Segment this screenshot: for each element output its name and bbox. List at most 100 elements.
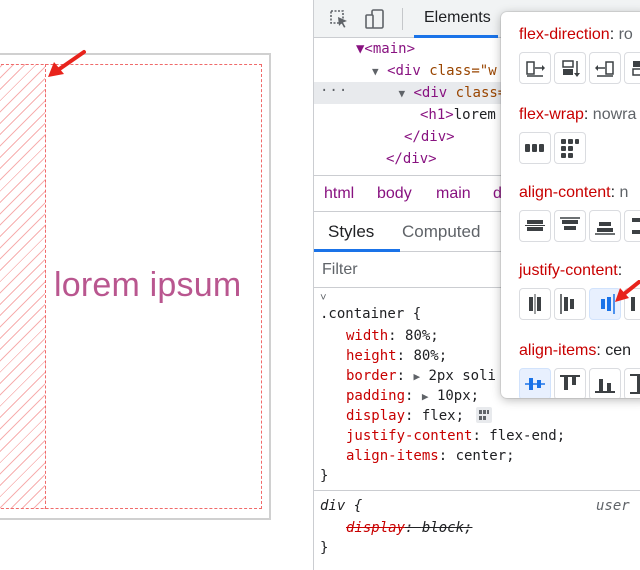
- flex-wrap-wrap-button[interactable]: [554, 132, 586, 164]
- justify-content-section: justify-content:: [519, 262, 640, 320]
- css-val: flex;: [421, 408, 465, 424]
- css-decl-padding[interactable]: padding: ▶ 10px;: [346, 386, 479, 406]
- align-content-center-button[interactable]: [519, 210, 551, 242]
- dom-node-main[interactable]: ▼<main>: [356, 38, 415, 60]
- breadcrumb-body[interactable]: body: [377, 185, 412, 203]
- property-value: ro: [618, 26, 633, 43]
- css-prop: width: [346, 328, 389, 344]
- selector-text: .container {: [320, 306, 422, 322]
- expand-triangle-icon[interactable]: ▼: [372, 65, 379, 78]
- dom-node-div-wrapper[interactable]: ▼ <div class="w: [372, 60, 497, 82]
- flex-direction-label: flex-direction: ro: [519, 26, 633, 43]
- property-name: flex-wrap: [519, 106, 584, 123]
- dom-tag: </div>: [386, 151, 437, 167]
- flex-wrap-section: flex-wrap: nowra: [519, 106, 640, 164]
- property-value: cen: [605, 342, 632, 359]
- css-prop: display: [346, 520, 406, 536]
- align-content-label: align-content: n: [519, 184, 629, 201]
- css-prop: align-items: [346, 448, 439, 464]
- more-options-dots[interactable]: ···: [320, 83, 348, 99]
- css-decl-display-overridden: display: block;: [346, 520, 473, 536]
- align-content-end-button[interactable]: [589, 210, 621, 242]
- flex-direction-column-reverse-button[interactable]: [624, 52, 640, 84]
- dom-tag: <h1>: [420, 107, 454, 123]
- property-name: flex-direction: [519, 26, 610, 43]
- css-val: 80%;: [413, 348, 448, 364]
- property-name: align-items: [519, 342, 597, 359]
- expand-triangle-icon[interactable]: ▼: [398, 87, 405, 100]
- css-decl-border[interactable]: border: ▶ 2px soli: [346, 366, 496, 386]
- css-val: 2px soli: [428, 368, 496, 384]
- tab-styles[interactable]: Styles: [328, 222, 374, 242]
- css-val: flex-end;: [489, 428, 566, 444]
- css-prop: display: [346, 408, 406, 424]
- annotation-arrow-icon: [48, 50, 86, 77]
- dom-node-close-div[interactable]: </div>: [386, 148, 437, 170]
- align-items-stretch-button[interactable]: [624, 368, 640, 398]
- css-val: center;: [455, 448, 515, 464]
- flex-direction-row-reverse-button[interactable]: [589, 52, 621, 84]
- breadcrumb-html[interactable]: html: [324, 185, 354, 203]
- flex-wrap-nowrap-button[interactable]: [519, 132, 551, 164]
- dom-node-close-div[interactable]: </div>: [404, 126, 455, 148]
- flexbox-editor-popover: flex-direction: ro flex-wrap: nowra alig…: [501, 12, 640, 398]
- flex-direction-row-button[interactable]: [519, 52, 551, 84]
- dom-node-h1[interactable]: <h1>lorem: [420, 104, 496, 126]
- css-rule-close: }: [320, 468, 329, 484]
- css-val: block;: [421, 520, 473, 536]
- expand-triangle-icon[interactable]: ▶: [422, 390, 429, 403]
- dom-tag: ▼<main>: [356, 41, 416, 57]
- css-decl-display[interactable]: display: flex;: [346, 406, 493, 426]
- flex-direction-section: flex-direction: ro: [519, 26, 640, 84]
- align-items-label: align-items: cen: [519, 342, 632, 359]
- align-content-start-button[interactable]: [554, 210, 586, 242]
- tab-computed[interactable]: Computed: [402, 222, 480, 242]
- toolbar-divider: [402, 8, 403, 30]
- flexbox-editor-icon[interactable]: [476, 407, 493, 423]
- page-preview: lorem ipsum: [0, 0, 313, 570]
- property-value: nowra: [592, 106, 637, 123]
- property-name: justify-content: [519, 262, 618, 279]
- annotation-arrow-icon: [615, 280, 640, 302]
- heading-lorem-ipsum: lorem ipsum: [54, 266, 242, 304]
- dom-tag: <div: [413, 85, 448, 101]
- device-toolbar-icon[interactable]: [364, 8, 386, 30]
- property-name: align-content: [519, 184, 611, 201]
- dom-attr: class=: [455, 85, 507, 101]
- justify-content-label: justify-content:: [519, 262, 623, 279]
- rule-divider: [314, 490, 640, 491]
- css-selector-container[interactable]: .container {: [320, 304, 421, 324]
- expand-triangle-icon[interactable]: ▶: [413, 370, 420, 383]
- user-agent-source: user: [596, 496, 630, 516]
- css-prop: border: [346, 368, 397, 384]
- selector-text: div {: [320, 498, 363, 514]
- flex-direction-column-button[interactable]: [554, 52, 586, 84]
- css-prop: height: [346, 348, 397, 364]
- filter-input[interactable]: [322, 258, 502, 282]
- breadcrumb-main[interactable]: main: [436, 185, 471, 203]
- justify-content-start-button[interactable]: [554, 288, 586, 320]
- flex-wrap-label: flex-wrap: nowra: [519, 106, 637, 123]
- justify-content-center-button[interactable]: [519, 288, 551, 320]
- css-decl-justify-content[interactable]: justify-content: flex-end;: [346, 426, 565, 446]
- tab-elements[interactable]: Elements: [424, 9, 491, 27]
- align-items-center-button[interactable]: [519, 368, 551, 398]
- free-space-hatch: [0, 64, 46, 509]
- align-content-space-between-button[interactable]: [624, 210, 640, 242]
- css-decl-width[interactable]: width: 80%;: [346, 326, 439, 346]
- align-items-start-button[interactable]: [554, 368, 586, 398]
- source-label: user: [596, 498, 630, 514]
- dom-tag: </div>: [404, 129, 455, 145]
- dom-tag: <div: [387, 63, 421, 79]
- dom-text: lorem: [453, 107, 496, 123]
- align-items-end-button[interactable]: [589, 368, 621, 398]
- property-value: n: [619, 184, 629, 201]
- css-rule-close: }: [320, 540, 329, 556]
- css-selector-div[interactable]: div {: [320, 496, 362, 516]
- inspect-element-icon[interactable]: [328, 8, 350, 30]
- css-decl-align-items[interactable]: align-items: center;: [346, 446, 515, 466]
- css-prop: padding: [346, 388, 406, 404]
- align-content-section: align-content: n: [519, 184, 640, 242]
- align-items-section: align-items: cen: [519, 342, 640, 398]
- css-decl-height[interactable]: height: 80%;: [346, 346, 447, 366]
